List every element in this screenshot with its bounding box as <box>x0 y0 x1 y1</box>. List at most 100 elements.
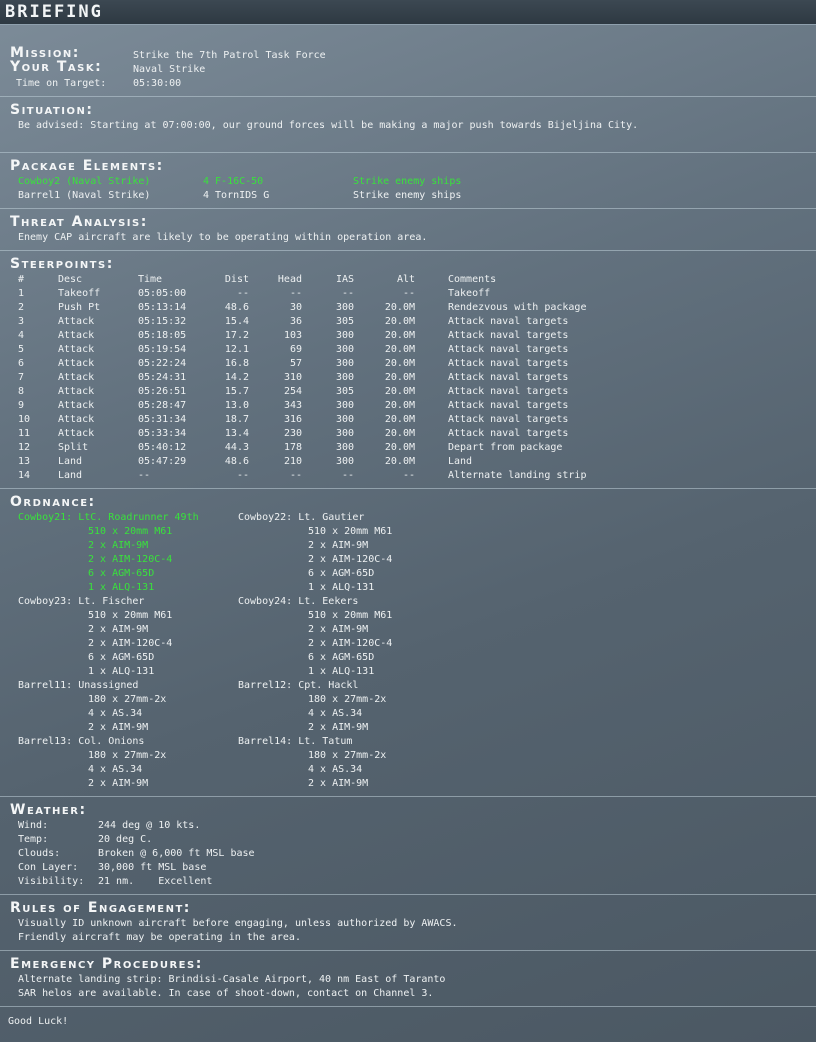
emergency-line-1: Alternate landing strip: Brindisi-Casale… <box>18 974 446 985</box>
steer-comment: Attack naval targets <box>448 316 569 327</box>
package-name: Barrel1 (Naval Strike) <box>18 190 151 201</box>
steer-time: 05:05:00 <box>138 288 187 299</box>
threat-text: Enemy CAP aircraft are likely to be oper… <box>18 232 428 243</box>
steer-comment-header: Comments <box>448 274 497 285</box>
closing-text: Good Luck! <box>8 1016 69 1027</box>
steer-ias: 300 <box>335 456 354 467</box>
steer-head: 254 <box>283 386 302 397</box>
steer-num: 7 <box>18 372 25 383</box>
steer-alt: -- <box>402 470 415 481</box>
steer-dist: 13.0 <box>224 400 249 411</box>
steer-alt: 20.0M <box>384 400 415 411</box>
ordnance-item: 1 x ALQ-131 <box>308 582 375 593</box>
ordnance-item: 510 x 20mm M61 <box>88 526 173 537</box>
steer-head: 230 <box>283 428 302 439</box>
steer-num: 1 <box>18 288 25 299</box>
steer-num: 6 <box>18 358 25 369</box>
divider <box>0 250 816 251</box>
steer-dist: -- <box>236 288 249 299</box>
ordnance-item: 510 x 20mm M61 <box>308 526 393 537</box>
weather-value: 20 deg C. <box>98 834 153 845</box>
steer-num: 2 <box>18 302 25 313</box>
steer-ias: 300 <box>335 400 354 411</box>
steer-dist: 48.6 <box>224 302 249 313</box>
ordnance-item: 6 x AGM-65D <box>88 652 155 663</box>
steer-desc: Attack <box>58 428 95 439</box>
steer-time: 05:26:51 <box>138 386 187 397</box>
task-value: Naval Strike <box>133 64 206 75</box>
task-label: Your Task: <box>10 59 103 75</box>
steer-desc: Attack <box>58 316 95 327</box>
mission-label: Mission: <box>10 45 80 61</box>
steer-dist: 48.6 <box>224 456 249 467</box>
ordnance-item: 1 x ALQ-131 <box>308 666 375 677</box>
steer-desc: Takeoff <box>58 288 101 299</box>
steer-alt: 20.0M <box>384 456 415 467</box>
ordnance-pilot: Barrel12: Cpt. Hackl <box>238 680 359 691</box>
steer-desc: Land <box>58 456 83 467</box>
steer-head: 210 <box>283 456 302 467</box>
steer-desc: Attack <box>58 386 95 397</box>
steer-ias: 300 <box>335 372 354 383</box>
steer-ias: 300 <box>335 414 354 425</box>
ordnance-heading: Ordnance: <box>10 494 96 510</box>
steer-dist-header: Dist <box>224 274 249 285</box>
steer-alt: 20.0M <box>384 358 415 369</box>
steer-comment: Attack naval targets <box>448 344 569 355</box>
ordnance-item: 2 x AIM-9M <box>88 624 149 635</box>
steer-desc: Push Pt <box>58 302 101 313</box>
ordnance-pilot: Barrel13: Col. Onions <box>18 736 145 747</box>
ordnance-item: 4 x AS.34 <box>88 708 143 719</box>
steer-dist: 12.1 <box>224 344 249 355</box>
steer-dist: 44.3 <box>224 442 249 453</box>
steer-ias: -- <box>341 470 354 481</box>
steer-comment: Attack naval targets <box>448 400 569 411</box>
steer-dist: 16.8 <box>224 358 249 369</box>
steer-desc: Attack <box>58 400 95 411</box>
steer-time: 05:24:31 <box>138 372 187 383</box>
ordnance-item: 2 x AIM-9M <box>308 778 369 789</box>
steer-head: 316 <box>283 414 302 425</box>
steer-ias: 300 <box>335 358 354 369</box>
ordnance-pilot: Cowboy22: Lt. Gautier <box>238 512 365 523</box>
ordnance-item: 2 x AIM-120C-4 <box>308 554 393 565</box>
steer-dist: 18.7 <box>224 414 249 425</box>
ordnance-pilot: Barrel14: Lt. Tatum <box>238 736 353 747</box>
steer-comment: Attack naval targets <box>448 386 569 397</box>
ordnance-item: 4 x AS.34 <box>308 708 363 719</box>
steer-time: 05:15:32 <box>138 316 187 327</box>
threat-heading: Threat Analysis: <box>10 214 148 230</box>
steer-ias: 300 <box>335 330 354 341</box>
steer-num: 12 <box>18 442 31 453</box>
steer-comment: Attack naval targets <box>448 372 569 383</box>
steer-desc: Attack <box>58 330 95 341</box>
ordnance-item: 6 x AGM-65D <box>308 568 375 579</box>
steer-alt: 20.0M <box>384 414 415 425</box>
steer-time-header: Time <box>138 274 163 285</box>
steer-ias: -- <box>341 288 354 299</box>
weather-heading: Weather: <box>10 802 87 818</box>
steer-time: 05:47:29 <box>138 456 187 467</box>
steer-head-header: Head <box>277 274 302 285</box>
ordnance-item: 2 x AIM-120C-4 <box>88 638 173 649</box>
ordnance-item: 2 x AIM-9M <box>88 540 149 551</box>
weather-label: Visibility: <box>18 876 85 887</box>
emergency-line-2: SAR helos are available. In case of shoo… <box>18 988 434 999</box>
steer-time: 05:40:12 <box>138 442 187 453</box>
steer-alt: 20.0M <box>384 330 415 341</box>
ordnance-item: 2 x AIM-120C-4 <box>88 554 173 565</box>
steer-dist: 15.7 <box>224 386 249 397</box>
steer-dist: 14.2 <box>224 372 249 383</box>
situation-heading: Situation: <box>10 102 94 118</box>
steer-ias-header: IAS <box>335 274 354 285</box>
ordnance-item: 4 x AS.34 <box>308 764 363 775</box>
ordnance-item: 510 x 20mm M61 <box>308 610 393 621</box>
steer-head: -- <box>289 470 302 481</box>
steer-head: 178 <box>283 442 302 453</box>
steer-desc: Split <box>58 442 89 453</box>
steer-head: 69 <box>289 344 302 355</box>
weather-label: Con Layer: <box>18 862 79 873</box>
steer-time: 05:13:14 <box>138 302 187 313</box>
steer-head: 57 <box>289 358 302 369</box>
divider <box>0 894 816 895</box>
